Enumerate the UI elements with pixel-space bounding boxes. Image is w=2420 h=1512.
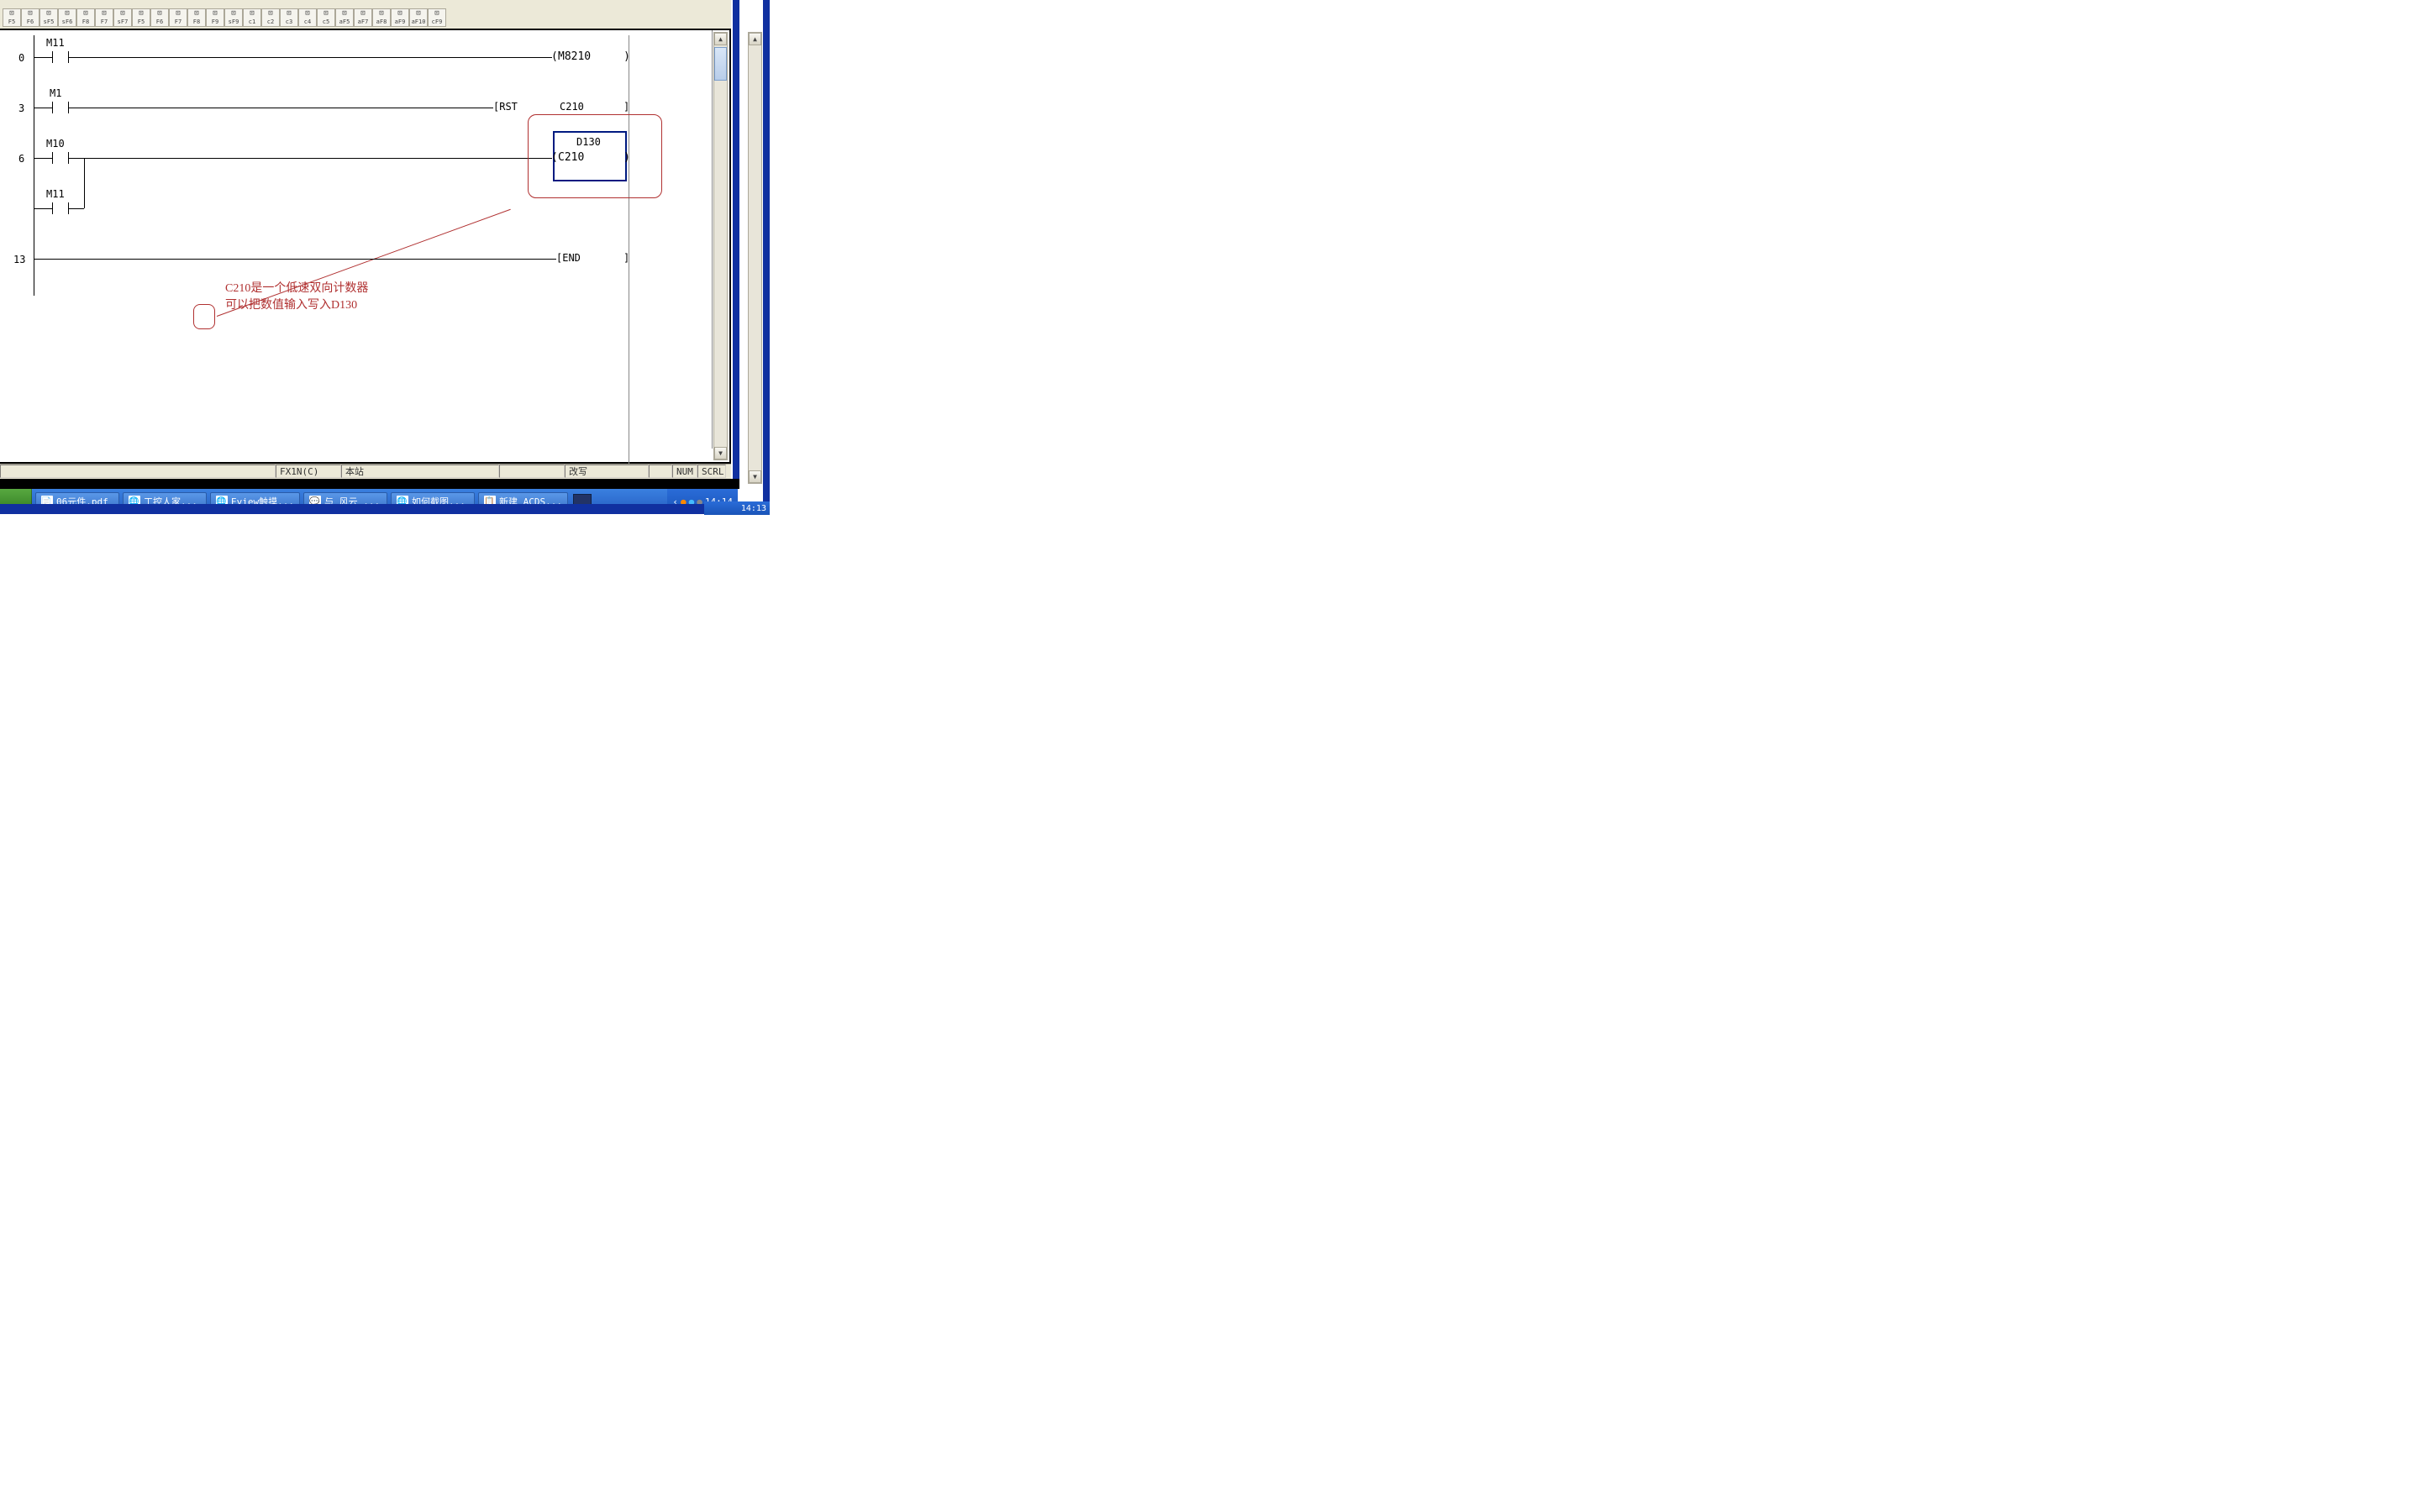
scroll-up-icon[interactable]: ▲ [714,33,727,45]
toolbar-button[interactable]: ⊡c5 [317,8,335,27]
contact-no[interactable] [44,200,77,217]
secondary-clock: 14:13 [704,501,770,515]
toolbar-button[interactable]: ⊡aF9 [391,8,409,27]
toolbar-button[interactable]: ⊡cF9 [428,8,446,27]
status-mode: 改写 [565,465,649,478]
scroll-thumb[interactable] [714,47,727,81]
toolbar-button[interactable]: ⊡F6 [150,8,169,27]
status-num: NUM [672,465,697,478]
contact-label: M1 [50,87,61,99]
step-number: 3 [18,102,24,114]
statusbar: FX1N(C) 本站 改写 NUM SCRL [0,464,731,479]
contact-label: M11 [46,37,65,49]
annotation-text: C210是一个低速双向计数器 可以把数值输入写入D130 [225,281,368,314]
scroll-down-icon[interactable]: ▼ [714,447,727,459]
status-scrl: SCRL [697,465,726,478]
instruction-close: ] [623,101,629,113]
scroll-up-icon[interactable]: ▲ [749,33,761,45]
status-plc: FX1N(C) [276,465,341,478]
toolbar: ⊡F5⊡F6⊡sF5⊡sF6⊡F8⊡F7⊡sF7⊡F5⊡F6⊡F7⊡F8⊡F9⊡… [0,0,731,30]
toolbar-button[interactable]: ⊡F6 [21,8,39,27]
toolbar-button[interactable]: ⊡aF8 [372,8,391,27]
toolbar-button[interactable]: ⊡c1 [243,8,261,27]
contact-no[interactable] [44,150,77,166]
outer-scrollbar[interactable]: ▲ ▼ [748,32,762,484]
annotation-marker [193,304,215,329]
toolbar-button[interactable]: ⊡sF5 [39,8,58,27]
status-host: 本站 [341,465,499,478]
toolbar-button[interactable]: ⊡sF9 [224,8,243,27]
inner-scrollbar[interactable]: ▲ ▼ [713,32,728,460]
toolbar-button[interactable]: ⊡F5 [3,8,21,27]
toolbar-button[interactable]: ⊡F5 [132,8,150,27]
toolbar-button[interactable]: ⊡c2 [261,8,280,27]
contact-no[interactable] [44,49,77,66]
contact-no[interactable] [44,99,77,116]
instruction-close: ] [623,252,629,264]
contact-label: M11 [46,188,65,200]
step-number: 6 [18,153,24,165]
toolbar-button[interactable]: ⊡F7 [95,8,113,27]
step-number: 13 [13,254,25,265]
instruction-box[interactable]: [RST [493,101,518,113]
toolbar-button[interactable]: ⊡F8 [187,8,206,27]
toolbar-button[interactable]: ⊡F9 [206,8,224,27]
toolbar-button[interactable]: ⊡c4 [298,8,317,27]
toolbar-button[interactable]: ⊡F8 [76,8,95,27]
toolbar-button[interactable]: ⊡sF6 [58,8,76,27]
counter-setvalue: D130 [576,136,601,148]
instruction-arg: C210 [560,101,584,113]
toolbar-button[interactable]: ⊡aF10 [409,8,428,27]
ladder-editor[interactable]: 0 M11 ( M8210 ) 3 M1 [RST C210 ] 6 M10 [0,30,731,464]
toolbar-button[interactable]: ⊡aF5 [335,8,354,27]
ladder-canvas[interactable]: 0 M11 ( M8210 ) 3 M1 [RST C210 ] 6 M10 [0,30,713,449]
step-number: 0 [18,52,24,64]
toolbar-button[interactable]: ⊡sF7 [113,8,132,27]
scroll-down-icon[interactable]: ▼ [749,470,761,483]
toolbar-button[interactable]: ⊡aF7 [354,8,372,27]
instruction-box[interactable]: [END [556,252,581,264]
contact-label: M10 [46,138,65,150]
toolbar-button[interactable]: ⊡c3 [280,8,298,27]
toolbar-button[interactable]: ⊡F7 [169,8,187,27]
